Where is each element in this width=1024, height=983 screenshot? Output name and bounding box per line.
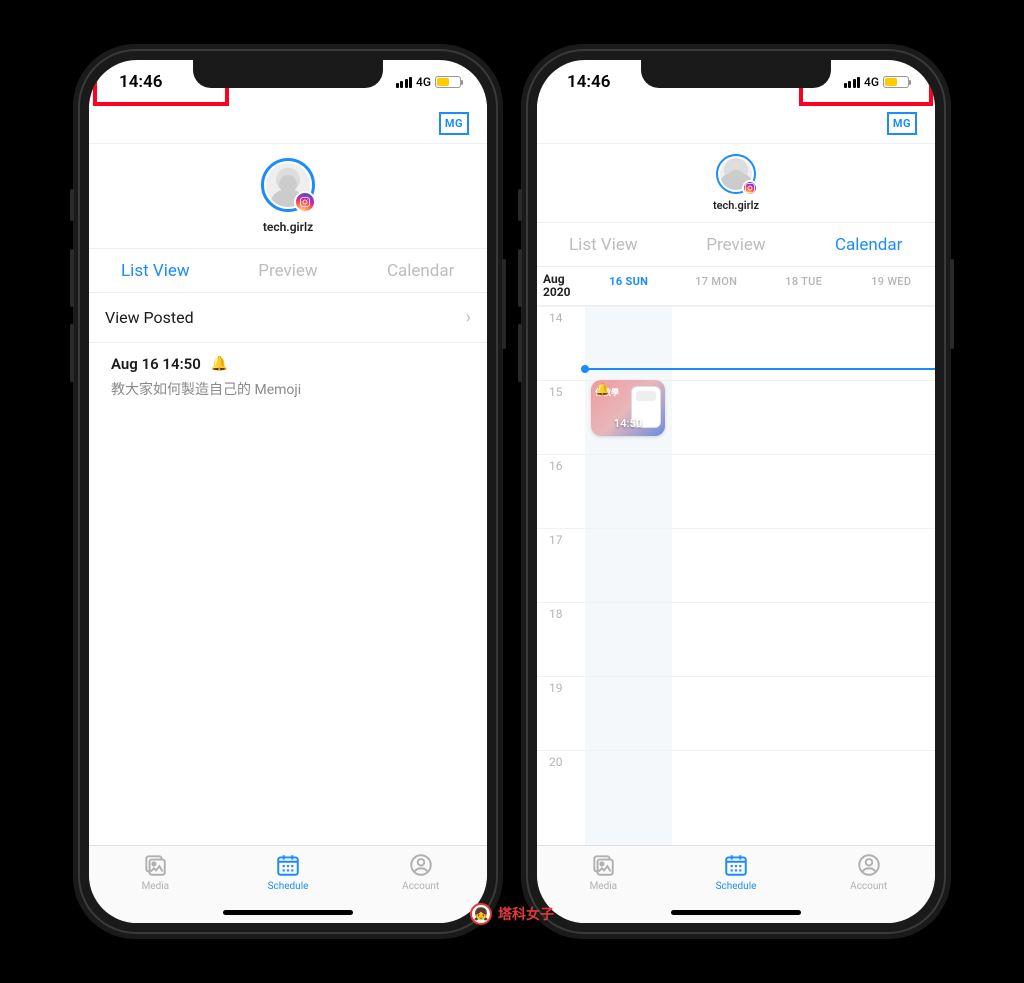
hour-16: 16: [537, 455, 585, 528]
instagram-icon: [742, 180, 758, 196]
nav-schedule-label: Schedule: [716, 881, 757, 892]
cal-day-17[interactable]: 17 MON: [673, 267, 761, 305]
nav-media-label: Media: [142, 881, 170, 892]
home-indicator[interactable]: [671, 910, 801, 915]
profile-area: tech.girlz: [537, 144, 935, 223]
signal-icon: [396, 77, 413, 88]
bell-icon: 🔔: [595, 382, 610, 396]
hour-20: 20: [537, 751, 585, 824]
bell-icon: 🔔: [211, 356, 228, 372]
content-list: View Posted › Aug 16 14:50 🔔 教大家如何製造自己的 …: [89, 293, 487, 845]
profile-username: tech.girlz: [263, 220, 313, 234]
scheduled-event[interactable]: 🔔 作教學 14:50: [591, 380, 665, 436]
content-calendar[interactable]: Aug 2020 16 SUN 17 MON 18 TUE 19 WED 14 …: [537, 267, 935, 845]
post-date: Aug 16 14:50: [111, 355, 201, 373]
avatar[interactable]: [716, 154, 756, 194]
chevron-right-icon: ›: [466, 307, 471, 328]
nav-account-label: Account: [402, 881, 439, 892]
nav-media-label: Media: [590, 881, 618, 892]
cal-day-19[interactable]: 19 WED: [848, 267, 936, 305]
event-time: 14:50: [591, 417, 665, 430]
mg-badge[interactable]: MG: [887, 112, 917, 135]
status-time: 14:46: [567, 72, 610, 92]
view-tabs: List View Preview Calendar: [89, 249, 487, 293]
phone-right: 14:46 4G MG tech.girlz List View Preview…: [521, 44, 951, 939]
scheduled-post[interactable]: Aug 16 14:50 🔔 教大家如何製造自己的 Memoji: [89, 343, 487, 411]
calendar-header: Aug 2020 16 SUN 17 MON 18 TUE 19 WED: [537, 267, 935, 306]
hour-18: 18: [537, 603, 585, 676]
home-indicator[interactable]: [223, 910, 353, 915]
profile-username: tech.girlz: [713, 199, 759, 212]
nav-schedule-label: Schedule: [268, 881, 309, 892]
calendar-grid[interactable]: 14 15 16 17 18 19 20 🔔 作教學 14:50: [537, 306, 935, 845]
now-indicator: [585, 368, 935, 370]
instagram-icon: [294, 191, 316, 213]
header: MG: [537, 104, 935, 144]
network-label: 4G: [416, 75, 431, 89]
avatar[interactable]: [261, 158, 315, 212]
calendar-month: Aug 2020: [537, 267, 585, 305]
hour-14: 14: [537, 307, 585, 380]
tab-list-view[interactable]: List View: [89, 249, 222, 292]
cal-day-18[interactable]: 18 TUE: [760, 267, 848, 305]
view-posted-label: View Posted: [105, 308, 194, 327]
phone-left: 14:46 4G MG tech.girlz List View Preview…: [73, 44, 503, 939]
nav-account[interactable]: Account: [802, 852, 935, 923]
tab-calendar[interactable]: Calendar: [354, 249, 487, 292]
mg-badge[interactable]: MG: [439, 112, 469, 135]
battery-icon: [883, 76, 909, 88]
view-posted-row[interactable]: View Posted ›: [89, 293, 487, 343]
tab-calendar[interactable]: Calendar: [802, 223, 935, 266]
header: MG: [89, 104, 487, 144]
hour-15: 15: [537, 381, 585, 454]
hour-17: 17: [537, 529, 585, 602]
cal-day-16[interactable]: 16 SUN: [585, 267, 673, 305]
nav-account-label: Account: [850, 881, 887, 892]
tab-list-view[interactable]: List View: [537, 223, 670, 266]
hour-19: 19: [537, 677, 585, 750]
status-time: 14:46: [119, 72, 162, 92]
nav-media[interactable]: Media: [89, 852, 222, 923]
tab-preview[interactable]: Preview: [222, 249, 355, 292]
battery-icon: [435, 76, 461, 88]
nav-media[interactable]: Media: [537, 852, 670, 923]
post-caption: 教大家如何製造自己的 Memoji: [111, 379, 465, 399]
view-tabs: List View Preview Calendar: [537, 223, 935, 267]
profile-area: tech.girlz: [89, 144, 487, 249]
tab-preview[interactable]: Preview: [670, 223, 803, 266]
nav-account[interactable]: Account: [354, 852, 487, 923]
signal-icon: [844, 77, 861, 88]
network-label: 4G: [864, 75, 879, 89]
